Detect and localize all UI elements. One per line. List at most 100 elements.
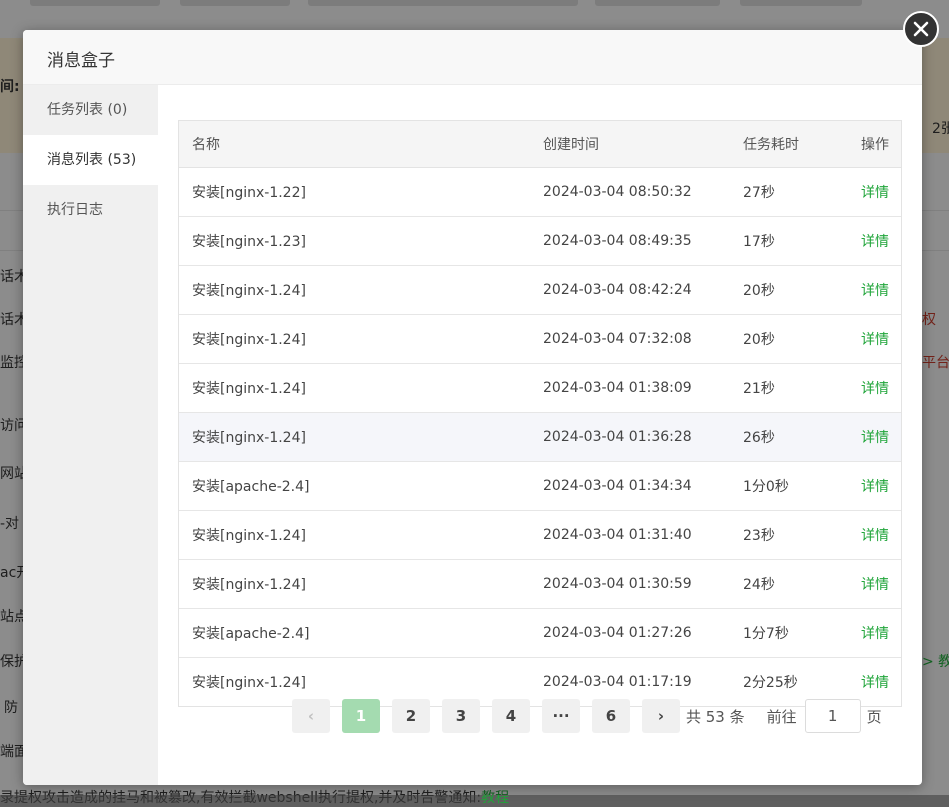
table-cell: 2024-03-04 08:49:35 xyxy=(530,216,730,266)
detail-link[interactable]: 详情 xyxy=(861,675,889,691)
duration-cell: 17秒 xyxy=(743,234,775,250)
table-cell: 详情 xyxy=(848,314,901,364)
goto-label: 前往 xyxy=(766,707,797,726)
detail-link[interactable]: 详情 xyxy=(861,283,889,299)
table-cell: 安装[nginx-1.24] xyxy=(179,412,530,462)
detail-link[interactable]: 详情 xyxy=(861,479,889,495)
prev-page-button[interactable]: ‹ xyxy=(292,699,330,733)
page-button-4[interactable]: 4 xyxy=(492,699,530,733)
created-time-cell: 2024-03-04 01:31:40 xyxy=(543,527,692,543)
task-name-cell: 安装[nginx-1.24] xyxy=(192,577,306,593)
page-button-2[interactable]: 2 xyxy=(392,699,430,733)
duration-cell: 21秒 xyxy=(743,381,775,397)
sidebar-item-message-list[interactable]: 消息列表 (53) xyxy=(23,135,158,185)
table-row: 安装[apache-2.4] 2024-03-04 01:27:26 1分7秒 详情 xyxy=(179,608,901,658)
detail-link[interactable]: 详情 xyxy=(861,381,889,397)
table-row: 安装[nginx-1.24] 2024-03-04 08:42:24 20秒 详情 xyxy=(179,265,901,315)
created-time-cell: 2024-03-04 08:42:24 xyxy=(543,282,692,298)
duration-cell: 2分25秒 xyxy=(743,675,798,691)
close-icon xyxy=(912,20,930,38)
sidebar-item-task-list[interactable]: 任务列表 (0) xyxy=(23,85,158,135)
created-time-cell: 2024-03-04 01:17:19 xyxy=(543,674,692,690)
table-cell: 2024-03-04 07:32:08 xyxy=(530,314,730,364)
duration-cell: 20秒 xyxy=(743,283,775,299)
table-row: 安装[nginx-1.24] 2024-03-04 01:36:28 26秒 详情 xyxy=(179,412,901,462)
message-table: 名称 创建时间 任务耗时 操作 安装[nginx-1.22] 2024-03-04… xyxy=(178,120,902,707)
detail-link[interactable]: 详情 xyxy=(861,577,889,593)
duration-cell: 26秒 xyxy=(743,430,775,446)
column-header-created-time: 创建时间 xyxy=(530,121,730,168)
detail-link[interactable]: 详情 xyxy=(861,528,889,544)
table-cell: 23秒 xyxy=(730,510,848,560)
duration-cell: 20秒 xyxy=(743,332,775,348)
table-cell: 安装[apache-2.4] xyxy=(179,461,530,511)
table-cell: 详情 xyxy=(848,167,901,217)
table-cell: 安装[nginx-1.24] xyxy=(179,510,530,560)
table-row: 安装[apache-2.4] 2024-03-04 01:34:34 1分0秒 详情 xyxy=(179,461,901,511)
detail-link[interactable]: 详情 xyxy=(861,626,889,642)
task-name-cell: 安装[nginx-1.23] xyxy=(192,234,306,250)
modal-header: 消息盒子 xyxy=(23,30,922,85)
page-button-6[interactable]: 6 xyxy=(592,699,630,733)
table-cell: 2024-03-04 08:50:32 xyxy=(530,167,730,217)
next-page-button[interactable]: › xyxy=(642,699,680,733)
table-cell: 安装[nginx-1.24] xyxy=(179,559,530,609)
task-name-cell: 安装[nginx-1.22] xyxy=(192,185,306,201)
table-cell: 2024-03-04 01:27:26 xyxy=(530,608,730,658)
table-cell: 详情 xyxy=(848,461,901,511)
sidebar-item-execution-log[interactable]: 执行日志 xyxy=(23,185,158,235)
table-cell: 2024-03-04 01:31:40 xyxy=(530,510,730,560)
duration-cell: 1分7秒 xyxy=(743,626,789,642)
table-cell: 详情 xyxy=(848,363,901,413)
task-name-cell: 安装[nginx-1.24] xyxy=(192,430,306,446)
table-cell: 2024-03-04 01:30:59 xyxy=(530,559,730,609)
detail-link[interactable]: 详情 xyxy=(861,185,889,201)
table-cell: 26秒 xyxy=(730,412,848,462)
created-time-cell: 2024-03-04 01:34:34 xyxy=(543,478,692,494)
page-button-1[interactable]: 1 xyxy=(342,699,380,733)
table-cell: 2024-03-04 01:36:28 xyxy=(530,412,730,462)
duration-cell: 24秒 xyxy=(743,577,775,593)
task-name-cell: 安装[nginx-1.24] xyxy=(192,332,306,348)
column-header-duration: 任务耗时 xyxy=(730,121,848,168)
table-cell: 20秒 xyxy=(730,265,848,315)
detail-link[interactable]: 详情 xyxy=(861,332,889,348)
close-modal-button[interactable] xyxy=(903,11,939,47)
duration-cell: 27秒 xyxy=(743,185,775,201)
goto-page-input[interactable] xyxy=(804,699,861,733)
table-header-row: 名称 创建时间 任务耗时 操作 xyxy=(179,121,901,168)
table-row: 安装[nginx-1.22] 2024-03-04 08:50:32 27秒 详情 xyxy=(179,167,901,217)
table-cell: 1分0秒 xyxy=(730,461,848,511)
table-body: 安装[nginx-1.22] 2024-03-04 08:50:32 27秒 详情 安装… xyxy=(179,167,901,707)
task-name-cell: 安装[apache-2.4] xyxy=(192,626,310,642)
pagination: ‹ 1 2 3 4 ··· 6 › 共 53 条 前往 页 xyxy=(292,698,882,734)
table-cell: 详情 xyxy=(848,265,901,315)
table-cell: 安装[nginx-1.24] xyxy=(179,314,530,364)
detail-link[interactable]: 详情 xyxy=(861,430,889,446)
page-ellipsis-button[interactable]: ··· xyxy=(542,699,580,733)
table-cell: 27秒 xyxy=(730,167,848,217)
task-name-cell: 安装[apache-2.4] xyxy=(192,479,310,495)
table-cell: 20秒 xyxy=(730,314,848,364)
page-button-3[interactable]: 3 xyxy=(442,699,480,733)
modal-sidebar: 任务列表 (0) 消息列表 (53) 执行日志 xyxy=(23,85,158,785)
duration-cell: 1分0秒 xyxy=(743,479,789,495)
table-row: 安装[nginx-1.24] 2024-03-04 01:30:59 24秒 详情 xyxy=(179,559,901,609)
created-time-cell: 2024-03-04 01:38:09 xyxy=(543,380,692,396)
created-time-cell: 2024-03-04 01:36:28 xyxy=(543,429,692,445)
column-header-name: 名称 xyxy=(179,121,530,168)
task-name-cell: 安装[nginx-1.24] xyxy=(192,283,306,299)
table-cell: 2024-03-04 01:38:09 xyxy=(530,363,730,413)
table-cell: 详情 xyxy=(848,608,901,658)
page-unit-label: 页 xyxy=(866,707,882,726)
table-cell: 详情 xyxy=(848,412,901,462)
table-cell: 2024-03-04 08:42:24 xyxy=(530,265,730,315)
detail-link[interactable]: 详情 xyxy=(861,234,889,250)
task-name-cell: 安装[nginx-1.24] xyxy=(192,381,306,397)
table-row: 安装[nginx-1.24] 2024-03-04 01:31:40 23秒 详情 xyxy=(179,510,901,560)
table-cell: 详情 xyxy=(848,559,901,609)
created-time-cell: 2024-03-04 01:30:59 xyxy=(543,576,692,592)
table-cell: 安装[nginx-1.22] xyxy=(179,167,530,217)
table-cell: 安装[apache-2.4] xyxy=(179,608,530,658)
table-cell: 详情 xyxy=(848,216,901,266)
